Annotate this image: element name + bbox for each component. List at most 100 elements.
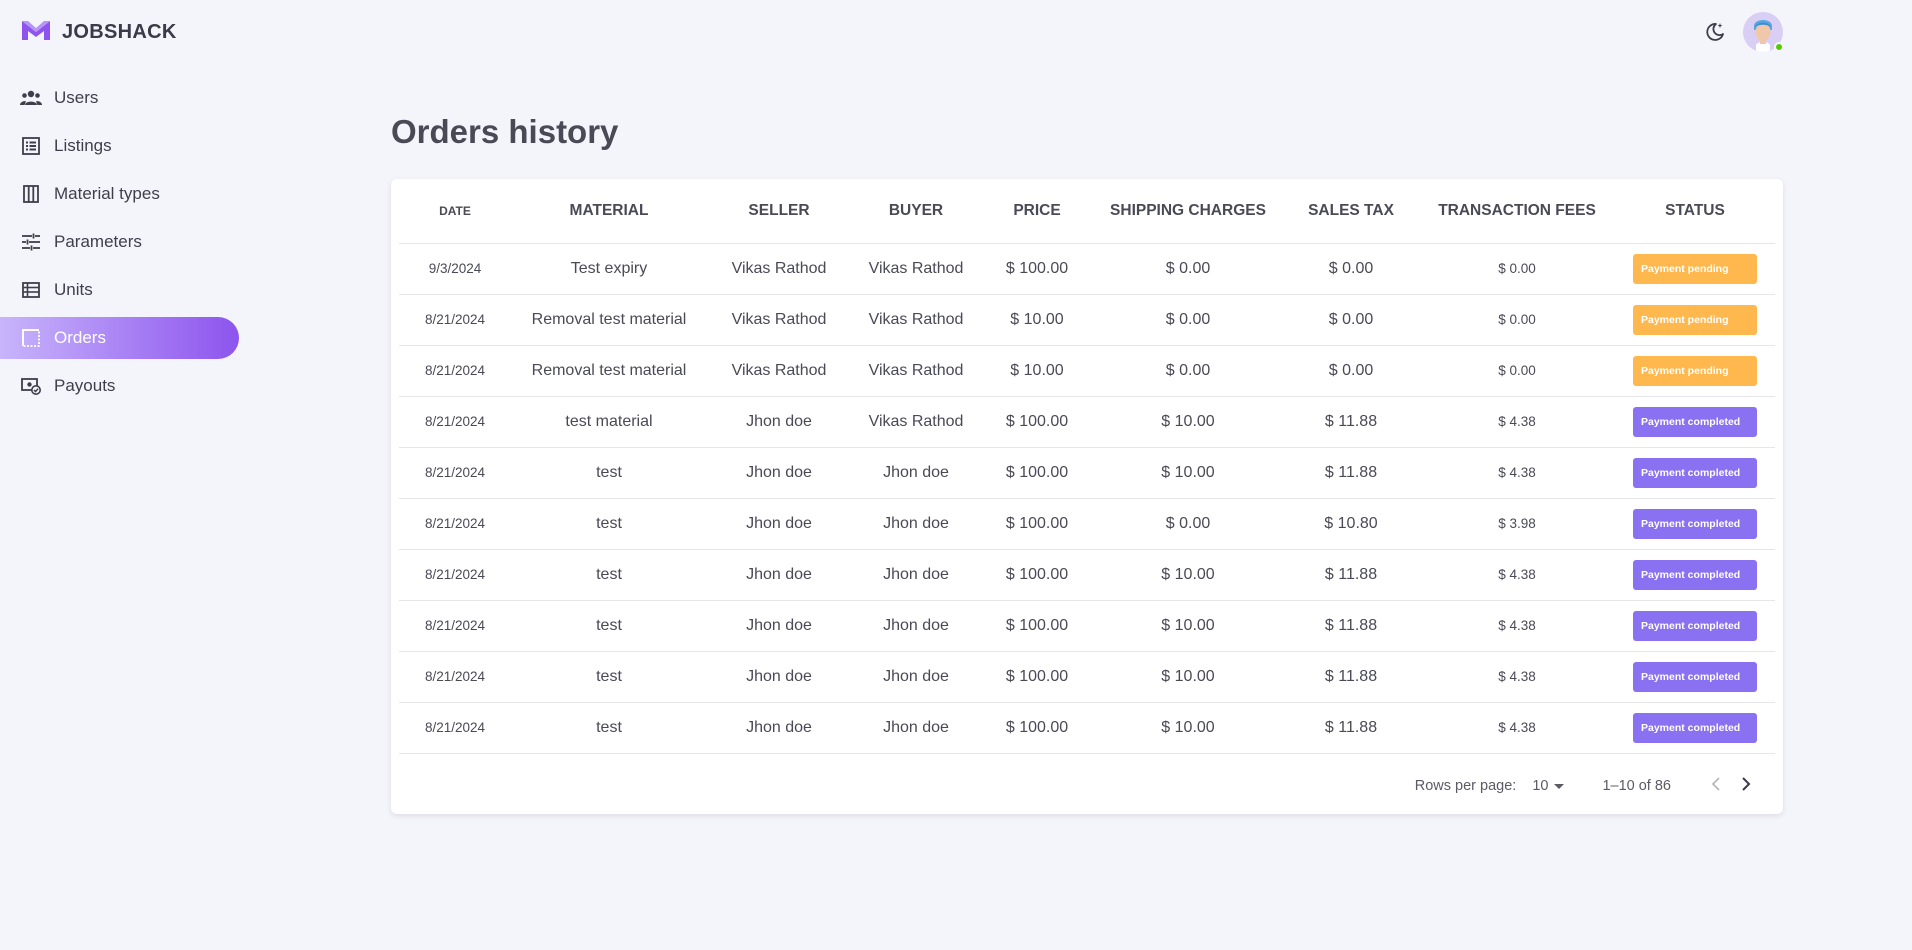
sidebar-nav: Users Listings Material types Parameters… [0,77,240,413]
cell-sales-tax: $ 10.80 [1283,498,1419,550]
cell-buyer: Jhon doe [851,498,981,550]
table-row[interactable]: 8/21/2024 Removal test material Vikas Rath… [399,345,1775,397]
cell-material: test [511,498,707,550]
cell-transaction-fees: $ 4.38 [1419,702,1615,754]
cell-shipping: $ 10.00 [1093,702,1283,754]
cell-sales-tax: $ 11.88 [1283,396,1419,448]
caret-down-icon [1554,778,1565,794]
table-row[interactable]: 8/21/2024 test Jhon doe Jhon doe $ 100.00 $ 1… [399,651,1775,703]
cell-transaction-fees: $ 4.38 [1419,549,1615,601]
theme-toggle-button[interactable] [1700,19,1730,49]
cell-price: $ 100.00 [981,549,1093,601]
table-row[interactable]: 8/21/2024 test Jhon doe Jhon doe $ 100.00 $ 1… [399,702,1775,754]
cell-status: Payment completed [1615,600,1775,652]
table-row[interactable]: 8/21/2024 test material Jhon doe Vikas Rath… [399,396,1775,448]
sidebar-item-orders[interactable]: Orders [0,317,239,359]
cell-date: 8/21/2024 [399,447,511,499]
sidebar-item-material-types[interactable]: Material types [0,173,239,215]
table-row[interactable]: 8/21/2024 test Jhon doe Jhon doe $ 100.00 $ 1… [399,600,1775,652]
next-page-button[interactable] [1731,771,1761,801]
sidebar-item-payouts[interactable]: Payouts [0,365,239,407]
avatar[interactable] [1743,12,1784,52]
sidebar-item-label: Listings [54,136,112,155]
status-badge: Payment completed [1633,712,1757,743]
cell-sales-tax: $ 0.00 [1283,345,1419,397]
brand-logo-icon [20,18,52,47]
cell-transaction-fees: $ 4.38 [1419,447,1615,499]
cell-date: 8/21/2024 [399,549,511,601]
cell-shipping: $ 0.00 [1093,294,1283,346]
cell-buyer: Jhon doe [851,549,981,601]
column-header-shipping[interactable]: SHIPPING CHARGES [1093,179,1283,244]
pagination-range: 1–10 of 86 [1602,778,1671,794]
sidebar-item-label: Orders [54,328,106,347]
cell-transaction-fees: $ 4.38 [1419,600,1615,652]
sidebar-item-listings[interactable]: Listings [0,125,239,167]
column-header-status[interactable]: STATUS [1615,179,1775,244]
table-row[interactable]: 8/21/2024 test Jhon doe Jhon doe $ 100.00 $ 1… [399,549,1775,601]
cell-material: test [511,651,707,703]
table-header-row: DATE MATERIAL SELLER BUYER PRICE SHIPPIN… [399,179,1775,244]
table-row[interactable]: 8/21/2024 Removal test material Vikas Rath… [399,294,1775,346]
chevron-left-icon [1711,777,1721,795]
previous-page-button[interactable] [1701,771,1731,801]
cell-status: Payment completed [1615,651,1775,703]
cell-transaction-fees: $ 0.00 [1419,294,1615,346]
cell-price: $ 10.00 [981,294,1093,346]
cell-buyer: Vikas Rathod [851,294,981,346]
cell-material: Test expiry [511,243,707,295]
table-row[interactable]: 8/21/2024 test Jhon doe Jhon doe $ 100.00 $ 1… [399,447,1775,499]
page-title: Orders history [391,113,619,150]
cell-date: 8/21/2024 [399,396,511,448]
cell-price: $ 100.00 [981,447,1093,499]
moon-icon [1704,21,1726,48]
column-header-material[interactable]: MATERIAL [511,179,707,244]
users-icon [20,87,42,109]
pagination: Rows per page: 10 1–10 of 86 [1415,771,1761,801]
cell-date: 9/3/2024 [399,243,511,295]
sidebar-item-units[interactable]: Units [0,269,239,311]
sidebar-item-label: Parameters [54,232,142,251]
cell-material: Removal test material [511,345,707,397]
cell-material: test [511,702,707,754]
cell-shipping: $ 10.00 [1093,651,1283,703]
cell-status: Payment completed [1615,447,1775,499]
cell-buyer: Vikas Rathod [851,396,981,448]
column-header-price[interactable]: PRICE [981,179,1093,244]
cell-material: test [511,600,707,652]
rows-per-page-select[interactable]: 10 [1532,778,1565,794]
brand-name: JOBSHACK [62,21,177,43]
sliders-icon [20,231,42,253]
column-header-date[interactable]: DATE [399,179,511,244]
payouts-icon [20,375,42,397]
column-header-buyer[interactable]: BUYER [851,179,981,244]
cell-seller: Jhon doe [707,396,851,448]
cell-seller: Jhon doe [707,600,851,652]
cell-seller: Vikas Rathod [707,345,851,397]
orders-table: DATE MATERIAL SELLER BUYER PRICE SHIPPIN… [399,179,1775,754]
sidebar-item-users[interactable]: Users [0,77,239,119]
cell-material: test material [511,396,707,448]
online-status-dot [1774,42,1784,52]
column-header-seller[interactable]: SELLER [707,179,851,244]
cell-buyer: Vikas Rathod [851,345,981,397]
cell-transaction-fees: $ 4.38 [1419,651,1615,703]
column-header-transaction-fees[interactable]: TRANSACTION FEES [1419,179,1615,244]
table-row[interactable]: 9/3/2024 Test expiry Vikas Rathod Vikas Rat… [399,243,1775,295]
cell-buyer: Vikas Rathod [851,243,981,295]
cell-price: $ 100.00 [981,600,1093,652]
column-header-sales-tax[interactable]: SALES TAX [1283,179,1419,244]
cell-sales-tax: $ 11.88 [1283,600,1419,652]
status-badge: Payment completed [1633,661,1757,692]
cell-buyer: Jhon doe [851,447,981,499]
brand[interactable]: JOBSHACK [20,18,177,47]
table-row[interactable]: 8/21/2024 test Jhon doe Jhon doe $ 100.00 $ 0… [399,498,1775,550]
cell-shipping: $ 10.00 [1093,600,1283,652]
cell-material: test [511,549,707,601]
sidebar-item-parameters[interactable]: Parameters [0,221,239,263]
cell-transaction-fees: $ 4.38 [1419,396,1615,448]
cell-buyer: Jhon doe [851,651,981,703]
cell-shipping: $ 10.00 [1093,447,1283,499]
sidebar-item-label: Material types [54,184,160,203]
cell-price: $ 100.00 [981,702,1093,754]
